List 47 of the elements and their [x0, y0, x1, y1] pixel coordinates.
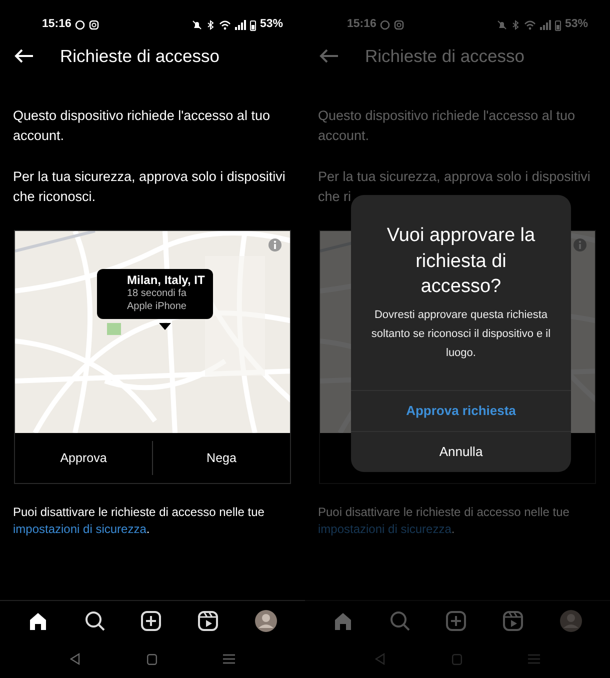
footer-text: Puoi disattivare le richieste di accesso nelle tue impostazioni di sicurezza.	[13, 504, 266, 538]
location-text: Milan, Italy, IT	[127, 273, 205, 288]
battery-icon	[554, 20, 561, 30]
deny-button[interactable]: Nega	[153, 440, 290, 476]
dialog-message: Dovresti approvare questa richiesta soltanto se riconosci il dispositivo e il luogo.	[371, 308, 551, 362]
plus-square-icon[interactable]	[140, 610, 162, 632]
back-icon[interactable]	[70, 653, 80, 665]
signal-icon	[540, 20, 551, 30]
home-button-icon[interactable]	[146, 654, 156, 664]
time-text: 18 secondi fa	[127, 288, 188, 301]
page-title: Richieste di accesso	[60, 44, 220, 68]
status-time: 15:16	[42, 17, 72, 32]
bluetooth-icon	[206, 20, 215, 30]
device-text: Apple iPhone	[127, 300, 188, 314]
bluetooth-icon	[510, 20, 520, 30]
settings-link[interactable]: impostazioni di sicurezza	[13, 522, 146, 536]
description-text: Per la tua sicurezza, approva solo i dispositivi che ri	[318, 168, 592, 206]
info-icon[interactable]	[573, 238, 587, 252]
cancel-button[interactable]: Annulla	[351, 430, 571, 472]
wifi-icon	[524, 20, 536, 30]
avatar[interactable]	[254, 608, 278, 632]
mute-icon	[496, 20, 507, 30]
chat-icon	[75, 20, 86, 30]
battery-level: 53%	[260, 17, 283, 32]
battery-level: 53%	[564, 17, 588, 32]
back-arrow-icon[interactable]	[14, 48, 34, 64]
mute-icon	[192, 20, 202, 30]
chat-icon	[380, 20, 390, 30]
search-icon[interactable]	[84, 610, 106, 632]
camera-icon	[394, 20, 404, 30]
camera-icon	[89, 20, 100, 30]
description-text: Questo dispositivo richiede l'accesso al tuo account.	[318, 107, 576, 145]
page-title: Richieste di accesso	[365, 44, 525, 68]
battery-icon	[250, 20, 256, 30]
footer-text: Puoi disattivare le richieste di accesso nelle tue impostazioni di sicurezza.	[318, 504, 570, 538]
info-icon[interactable]	[268, 238, 282, 252]
recents-icon[interactable]	[223, 654, 235, 664]
wifi-icon	[218, 20, 231, 30]
reels-icon[interactable]	[197, 610, 220, 632]
dialog-title: Vuoi approvare la richiesta di accesso?	[386, 224, 536, 300]
approve-button[interactable]: Approva	[15, 440, 152, 476]
approve-request-button[interactable]: Approva richiesta	[351, 390, 571, 431]
status-time: 15:16	[347, 17, 376, 32]
description-text: Questo dispositivo richiede l'accesso al tuo account.	[13, 107, 271, 145]
description-text: Per la tua sicurezza, approva solo i dispositivi che riconosci.	[13, 168, 286, 206]
signal-icon	[234, 20, 246, 30]
tooltip-pointer	[159, 323, 171, 330]
